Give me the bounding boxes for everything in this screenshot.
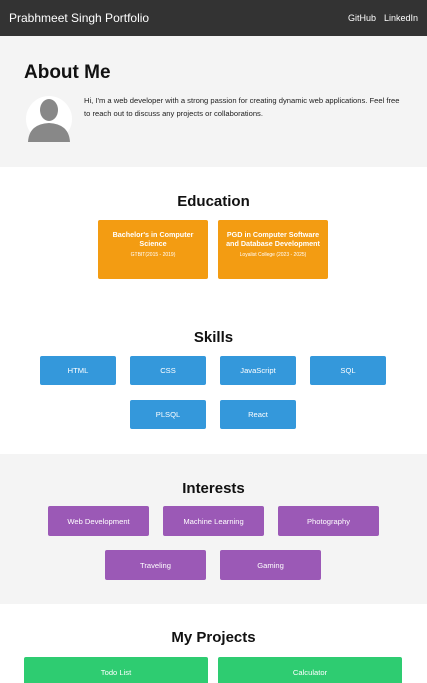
about-title: About Me xyxy=(24,62,111,83)
skill-plsql[interactable]: PLSQL xyxy=(130,400,206,429)
skill-sql[interactable]: SQL xyxy=(310,356,386,385)
skills-title: Skills xyxy=(193,329,234,346)
education-card: Bachelor's in Computer Science GTBIT(201… xyxy=(98,220,208,279)
linkedin-link[interactable]: LinkedIn xyxy=(384,13,418,23)
education-card: PGD in Computer Software and Database De… xyxy=(218,220,328,279)
github-link[interactable]: GitHub xyxy=(348,13,376,23)
interests-title: Interests xyxy=(182,480,245,497)
interest-photography[interactable]: Photography xyxy=(278,506,379,536)
interest-machine-learning[interactable]: Machine Learning xyxy=(163,506,264,536)
skill-react[interactable]: React xyxy=(220,400,296,429)
project-calculator[interactable]: Calculator xyxy=(218,657,402,683)
education-title: Education xyxy=(177,193,250,210)
education-detail: GTBIT(2015 - 2019) xyxy=(130,252,176,258)
site-title: Prabhmeet Singh Portfolio xyxy=(9,11,150,25)
interest-web-development[interactable]: Web Development xyxy=(48,506,149,536)
skill-html[interactable]: HTML xyxy=(40,356,116,385)
interests-section: Interests Web Development Machine Learni… xyxy=(0,454,427,604)
education-degree: Bachelor's in Computer Science xyxy=(112,230,194,248)
interest-gaming[interactable]: Gaming xyxy=(220,550,321,580)
education-detail: Loyalist College (2023 - 2025) xyxy=(239,252,307,258)
skill-css[interactable]: CSS xyxy=(130,356,206,385)
navbar: Prabhmeet Singh Portfolio GitHub LinkedI… xyxy=(0,0,427,36)
projects-title: My Projects xyxy=(171,629,256,646)
skill-javascript[interactable]: JavaScript xyxy=(220,356,296,385)
education-degree: PGD in Computer Software and Database De… xyxy=(226,230,320,248)
about-section: About Me Hi, I'm a web developer with a … xyxy=(0,36,427,167)
about-description: Hi, I'm a web developer with a strong pa… xyxy=(84,96,400,118)
interest-traveling[interactable]: Traveling xyxy=(105,550,206,580)
user-avatar-icon xyxy=(26,96,72,142)
project-todo-list[interactable]: Todo List xyxy=(24,657,208,683)
